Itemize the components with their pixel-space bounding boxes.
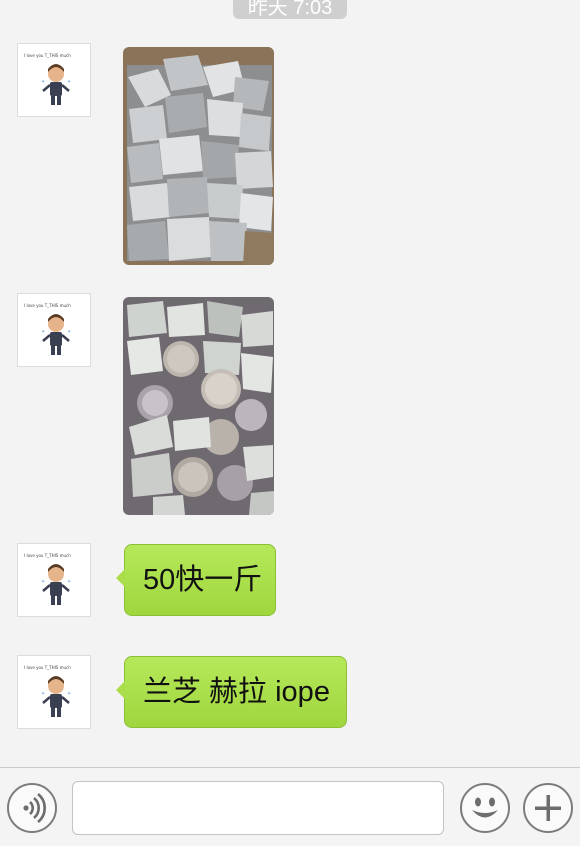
smiley-icon	[472, 797, 498, 818]
message-text: 兰芝 赫拉 iope	[143, 676, 330, 708]
voice-wave-icon	[23, 792, 46, 824]
svg-text:✦: ✦	[67, 79, 71, 85]
bubble-tail	[116, 569, 125, 587]
image-content	[123, 297, 274, 515]
more-button[interactable]	[523, 783, 573, 833]
cartoon-figure-icon: ✦ ✦	[41, 64, 71, 105]
voice-button[interactable]	[7, 783, 57, 833]
plus-icon	[535, 795, 561, 821]
cartoon-figure-icon: ✦ ✦	[41, 314, 71, 355]
message-image-packets[interactable]	[123, 47, 274, 265]
svg-text:✦: ✦	[67, 691, 71, 697]
message-bubble[interactable]: 兰芝 赫拉 iope	[116, 656, 347, 728]
sender-avatar[interactable]: I love you T_THIS much ✦ ✦	[17, 655, 91, 729]
sender-avatar[interactable]: I love you T_THIS much ✦ ✦	[17, 293, 91, 367]
message-image-compacts[interactable]	[123, 297, 274, 515]
bubble-tail	[116, 681, 125, 699]
svg-text:✦: ✦	[67, 579, 71, 585]
cartoon-figure-icon: ✦ ✦	[41, 564, 71, 605]
sender-avatar[interactable]: I love you T_THIS much ✦ ✦	[17, 543, 91, 617]
svg-text:✦: ✦	[41, 329, 45, 335]
svg-text:✦: ✦	[67, 329, 71, 335]
cartoon-figure-icon: ✦ ✦	[41, 676, 71, 717]
image-content	[123, 47, 274, 265]
svg-text:✦: ✦	[41, 579, 45, 585]
input-bar	[0, 767, 580, 846]
svg-text:✦: ✦	[41, 79, 45, 85]
sender-avatar[interactable]: I love you T_THIS much ✦ ✦	[17, 43, 91, 117]
message-text: 50快一斤	[143, 564, 263, 596]
emoji-button[interactable]	[460, 783, 510, 833]
message-input[interactable]	[72, 781, 444, 835]
timestamp-badge: 昨天 7:03	[233, 0, 347, 19]
message-bubble[interactable]: 50快一斤	[116, 544, 276, 616]
svg-text:✦: ✦	[41, 691, 45, 697]
